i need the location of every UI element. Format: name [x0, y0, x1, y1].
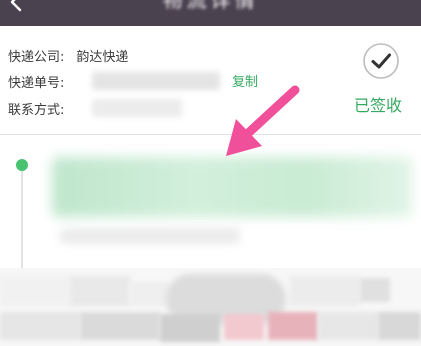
tracking-number-value-redacted — [92, 72, 220, 90]
mosaic-block — [0, 312, 80, 340]
mosaic-block — [378, 312, 421, 340]
contact-label: 联系方式: — [8, 103, 65, 118]
shipment-info-panel: 快递公司: 韵达快递 快递单号: 复制 联系方式: 已签收 — [0, 26, 421, 134]
mosaic-block — [268, 312, 318, 340]
courier-company-value: 韵达快递 — [76, 50, 129, 65]
check-circle-icon — [363, 43, 399, 79]
delivery-status-text: 已签收 — [354, 96, 403, 115]
courier-company-row: 快递公司: 韵达快递 — [8, 46, 128, 65]
tracking-timeline — [0, 135, 421, 271]
mosaic-block — [0, 276, 70, 306]
logistics-detail-screen: 物流详情 快递公司: 韵达快递 快递单号: 复制 联系方式: 已签收 — [0, 0, 421, 346]
title-bar: 物流详情 — [0, 0, 421, 26]
page-title: 物流详情 — [162, 0, 259, 12]
delivery-status-badge: 已签收 — [354, 42, 414, 122]
mosaic-block — [224, 314, 264, 340]
mosaic-block — [360, 278, 390, 302]
latest-tracking-time-redacted — [60, 228, 240, 244]
copy-tracking-number-button[interactable]: 复制 — [232, 71, 258, 90]
mosaic-block — [290, 276, 360, 306]
timeline-line — [21, 171, 23, 271]
mosaic-block — [160, 314, 220, 342]
contact-row: 联系方式: — [8, 99, 64, 118]
mosaic-block — [130, 282, 170, 306]
contact-value-redacted — [92, 99, 182, 117]
mosaic-block — [70, 276, 130, 306]
tracking-number-row: 快递单号: — [8, 72, 64, 91]
courier-company-label: 快递公司: — [8, 50, 65, 65]
back-arrow-icon[interactable] — [6, 0, 28, 13]
mosaic-block — [80, 312, 160, 340]
timeline-dot-latest — [16, 159, 28, 171]
latest-tracking-event-redacted — [52, 157, 412, 217]
tracking-number-label: 快递单号: — [8, 76, 65, 91]
mosaic-block — [318, 312, 378, 340]
redacted-region — [0, 268, 421, 346]
